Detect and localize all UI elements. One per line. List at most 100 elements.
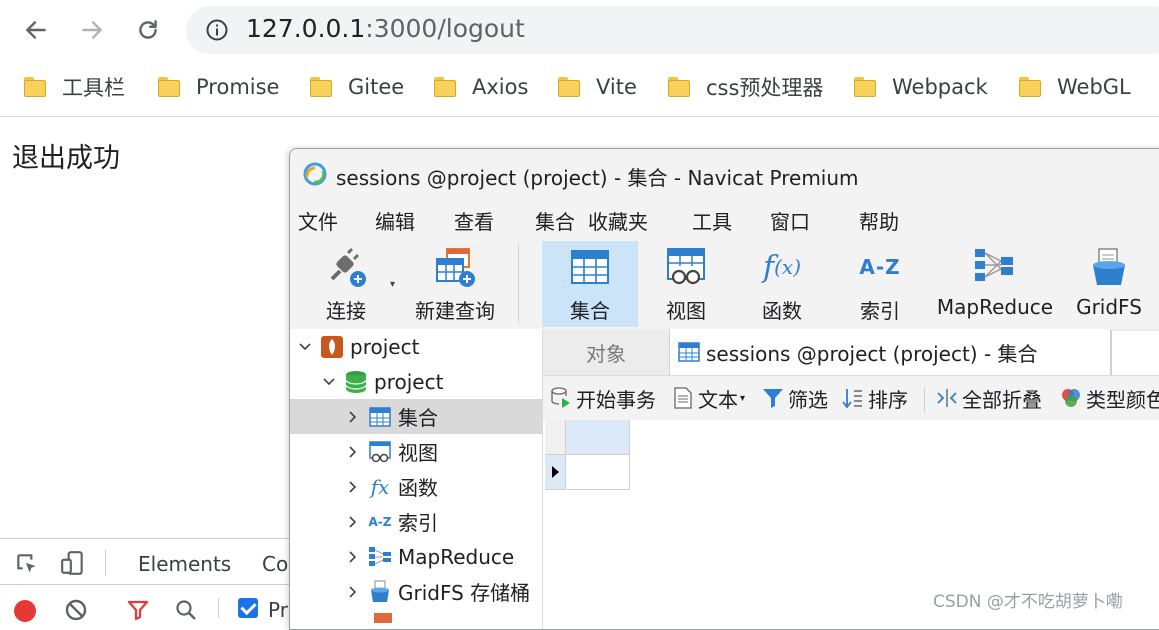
bookmark-label: css预处理器: [706, 76, 824, 100]
index-button[interactable]: A-Z 索引: [834, 241, 926, 327]
plug-icon: [324, 245, 368, 289]
folder-icon: [1019, 77, 1041, 97]
bookmark-folder-axios[interactable]: Axios: [434, 72, 528, 102]
window-title: sessions @project (project) - 集合 - Navic…: [336, 166, 859, 190]
tree-item-partial-icon: [374, 613, 392, 623]
bookmark-label: 工具栏: [62, 76, 125, 100]
menu-favorites[interactable]: 收藏夹: [588, 206, 648, 235]
text-dropdown-arrow-icon[interactable]: ▾: [740, 393, 745, 404]
chevron-right-icon[interactable]: [346, 550, 360, 564]
chevron-right-icon[interactable]: [346, 515, 360, 529]
menu-collection[interactable]: 集合: [535, 206, 575, 235]
collapse-icon: [936, 387, 958, 409]
toolbar-separator: [518, 243, 519, 323]
device-toolbar-icon[interactable]: [60, 550, 86, 576]
view-label: 视图: [666, 299, 706, 323]
filter-icon[interactable]: [124, 598, 152, 622]
table-icon: [368, 405, 392, 429]
grid-column-header[interactable]: [566, 420, 630, 455]
tree-label: 集合: [398, 406, 438, 430]
reload-icon: [139, 20, 157, 39]
grid-row-indicator[interactable]: [545, 455, 566, 490]
grid-corner: [545, 420, 566, 455]
collapse-all-button[interactable]: 全部折叠: [936, 384, 1042, 412]
collapse-all-label: 全部折叠: [962, 387, 1042, 412]
tab-console[interactable]: Co: [262, 552, 288, 576]
chevron-down-icon[interactable]: [322, 375, 336, 389]
search-icon[interactable]: [174, 598, 198, 622]
filter-label: 筛选: [788, 387, 828, 412]
tab-blank[interactable]: [1111, 331, 1159, 375]
site-info-icon[interactable]: [205, 18, 229, 42]
folder-icon: [434, 77, 456, 97]
table-icon: [678, 342, 700, 362]
forward-button[interactable]: [76, 14, 108, 46]
collection-label: 集合: [570, 299, 610, 323]
index-label: 索引: [860, 299, 900, 323]
filter-button[interactable]: 筛选: [762, 384, 828, 412]
database-icon: [344, 370, 368, 394]
text-label: 文本: [698, 387, 738, 412]
mapreduce-button[interactable]: MapReduce: [930, 241, 1060, 327]
url-text[interactable]: 127.0.0.1:3000/logout: [246, 14, 525, 44]
view-button[interactable]: 视图: [640, 241, 732, 327]
menu-file[interactable]: 文件: [298, 206, 338, 235]
chevron-right-icon[interactable]: [346, 585, 360, 599]
menu-view[interactable]: 查看: [454, 206, 494, 235]
menu-edit[interactable]: 编辑: [375, 206, 415, 235]
gridfs-label: GridFS: [1076, 295, 1142, 319]
chevron-right-icon[interactable]: [346, 480, 360, 494]
menu-window[interactable]: 窗口: [770, 206, 810, 235]
tree-label: project: [374, 369, 444, 394]
devtools-separator: [105, 550, 106, 576]
bookmark-folder-css[interactable]: css预处理器: [668, 72, 823, 102]
chevron-right-icon[interactable]: [346, 410, 360, 424]
tree-connection-project[interactable]: project: [290, 329, 550, 364]
back-button[interactable]: [20, 14, 52, 46]
text-button[interactable]: 文本 ▾: [672, 384, 745, 412]
preserve-log-checkbox[interactable]: [238, 598, 258, 618]
collection-button[interactable]: 集合: [542, 241, 638, 327]
tab-objects[interactable]: 对象: [543, 329, 670, 375]
function-icon: f (x): [763, 249, 801, 285]
begin-transaction-button[interactable]: 开始事务: [550, 384, 656, 412]
sort-button[interactable]: 排序: [842, 384, 908, 412]
bookmark-folder-webgl[interactable]: WebGL: [1019, 72, 1131, 102]
tree-database-project[interactable]: project: [290, 364, 574, 399]
tab-sessions-label: sessions @project (project) - 集合: [706, 341, 1038, 366]
folder-icon: [158, 77, 180, 97]
record-icon[interactable]: [14, 600, 36, 622]
chevron-down-icon[interactable]: [298, 340, 312, 354]
tab-sessions[interactable]: sessions @project (project) - 集合: [670, 329, 1111, 375]
tab-elements[interactable]: Elements: [138, 552, 231, 576]
folder-icon: [854, 77, 876, 97]
clear-icon[interactable]: [64, 598, 88, 622]
inspect-element-icon[interactable]: [14, 551, 40, 577]
gridfs-button[interactable]: GridFS: [1066, 241, 1152, 327]
menu-help[interactable]: 帮助: [859, 206, 899, 235]
bookmark-folder-gitee[interactable]: Gitee: [310, 72, 404, 102]
transaction-icon: [550, 387, 572, 409]
bookmark-folder-webpack[interactable]: Webpack: [854, 72, 988, 102]
type-color-button[interactable]: 类型颜色: [1060, 384, 1159, 412]
mongodb-leaf-icon: [320, 335, 344, 359]
chevron-right-icon[interactable]: [346, 445, 360, 459]
bookmark-folder-promise[interactable]: Promise: [158, 72, 279, 102]
bookmark-folder-vite[interactable]: Vite: [558, 72, 637, 102]
view-icon: [664, 245, 708, 289]
new-query-button[interactable]: 新建查询: [400, 241, 510, 327]
folder-icon: [24, 77, 46, 97]
menu-tools[interactable]: 工具: [692, 206, 732, 235]
reload-button[interactable]: [132, 14, 164, 46]
function-button[interactable]: f (x) 函数: [736, 241, 828, 327]
grid-cell[interactable]: [566, 455, 630, 490]
mapreduce-icon: [368, 545, 392, 569]
bookmark-folder-toolbar[interactable]: 工具栏: [24, 72, 125, 102]
connect-button[interactable]: 连接: [298, 241, 394, 327]
folder-icon: [310, 77, 332, 97]
connect-dropdown-arrow-icon[interactable]: ▾: [390, 279, 395, 290]
index-az-icon: A-Z: [368, 514, 392, 529]
watermark: CSDN @才不吃胡萝卜嘞: [933, 592, 1123, 612]
bookmark-label: Axios: [472, 75, 529, 99]
type-color-label: 类型颜色: [1086, 387, 1159, 412]
